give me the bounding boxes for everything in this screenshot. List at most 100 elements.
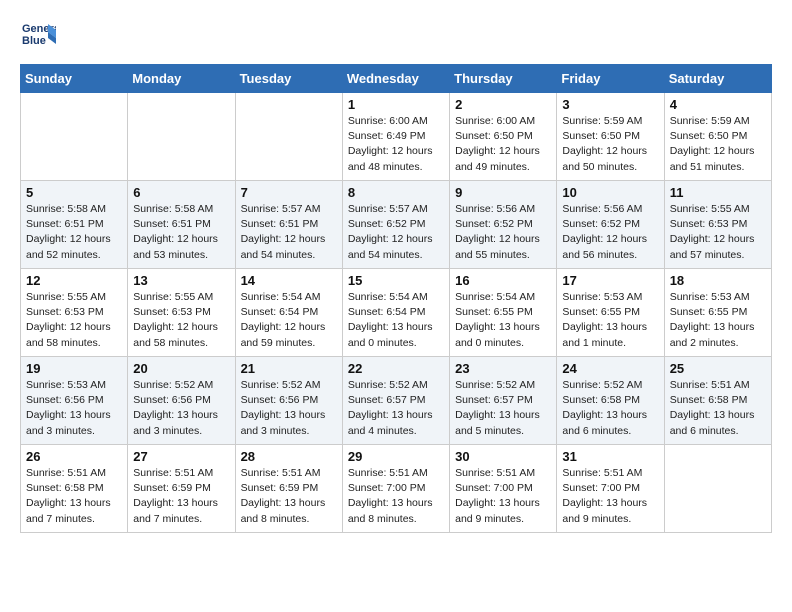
day-number: 18 bbox=[670, 273, 766, 288]
day-cell: 30Sunrise: 5:51 AM Sunset: 7:00 PM Dayli… bbox=[450, 445, 557, 533]
day-cell: 21 Sunrise: 5:52 AM Sunset: 6:56 PM Dayli… bbox=[235, 357, 342, 445]
day-info: Sunrise: 5:52 AM Sunset: 6:58 PM Dayligh… bbox=[562, 378, 658, 439]
day-number: 2 bbox=[455, 97, 551, 112]
header-row: SundayMondayTuesdayWednesdayThursdayFrid… bbox=[21, 65, 772, 93]
day-cell: 15 Sunrise: 5:54 AM Sunset: 6:54 PM Dayli… bbox=[342, 269, 449, 357]
day-number: 17 bbox=[562, 273, 658, 288]
header-cell-thursday: Thursday bbox=[450, 65, 557, 93]
day-cell: 26Sunrise: 5:51 AM Sunset: 6:58 PM Dayli… bbox=[21, 445, 128, 533]
day-cell: 3 Sunrise: 5:59 AM Sunset: 6:50 PM Daylig… bbox=[557, 93, 664, 181]
day-number: 21 bbox=[241, 361, 337, 376]
day-info: Sunrise: 5:57 AM Sunset: 6:52 PM Dayligh… bbox=[348, 202, 444, 263]
day-info: Sunrise: 5:58 AM Sunset: 6:51 PM Dayligh… bbox=[26, 202, 122, 263]
header-cell-friday: Friday bbox=[557, 65, 664, 93]
day-cell: 5 Sunrise: 5:58 AM Sunset: 6:51 PM Daylig… bbox=[21, 181, 128, 269]
header-cell-saturday: Saturday bbox=[664, 65, 771, 93]
day-number: 10 bbox=[562, 185, 658, 200]
day-cell: 17 Sunrise: 5:53 AM Sunset: 6:55 PM Dayli… bbox=[557, 269, 664, 357]
week-row-1: 1 Sunrise: 6:00 AM Sunset: 6:49 PM Daylig… bbox=[21, 93, 772, 181]
day-number: 24 bbox=[562, 361, 658, 376]
day-info: Sunrise: 6:00 AM Sunset: 6:50 PM Dayligh… bbox=[455, 114, 551, 175]
day-cell: 4Sunrise: 5:59 AM Sunset: 6:50 PM Daylig… bbox=[664, 93, 771, 181]
day-cell: 29 Sunrise: 5:51 AM Sunset: 7:00 PM Dayli… bbox=[342, 445, 449, 533]
day-number: 9 bbox=[455, 185, 551, 200]
day-number: 28 bbox=[241, 449, 337, 464]
day-cell: 13 Sunrise: 5:55 AM Sunset: 6:53 PM Dayli… bbox=[128, 269, 235, 357]
day-number: 13 bbox=[133, 273, 229, 288]
header-cell-wednesday: Wednesday bbox=[342, 65, 449, 93]
day-cell: 31 Sunrise: 5:51 AM Sunset: 7:00 PM Dayli… bbox=[557, 445, 664, 533]
day-info: Sunrise: 5:51 AM Sunset: 6:58 PM Dayligh… bbox=[670, 378, 766, 439]
day-info: Sunrise: 5:52 AM Sunset: 6:57 PM Dayligh… bbox=[348, 378, 444, 439]
day-number: 22 bbox=[348, 361, 444, 376]
day-info: Sunrise: 5:55 AM Sunset: 6:53 PM Dayligh… bbox=[133, 290, 229, 351]
day-cell: 22 Sunrise: 5:52 AM Sunset: 6:57 PM Dayli… bbox=[342, 357, 449, 445]
day-cell: 27 Sunrise: 5:51 AM Sunset: 6:59 PM Dayli… bbox=[128, 445, 235, 533]
day-cell: 28 Sunrise: 5:51 AM Sunset: 6:59 PM Dayli… bbox=[235, 445, 342, 533]
day-number: 14 bbox=[241, 273, 337, 288]
day-info: Sunrise: 5:52 AM Sunset: 6:56 PM Dayligh… bbox=[133, 378, 229, 439]
day-cell: 12Sunrise: 5:55 AM Sunset: 6:53 PM Dayli… bbox=[21, 269, 128, 357]
day-cell: 2 Sunrise: 6:00 AM Sunset: 6:50 PM Daylig… bbox=[450, 93, 557, 181]
day-info: Sunrise: 5:51 AM Sunset: 6:59 PM Dayligh… bbox=[241, 466, 337, 527]
week-row-3: 12 Sunrise: 5:55 AM Sunset: 6:53 PM Dayli… bbox=[21, 269, 772, 357]
svg-text:Blue: Blue bbox=[22, 35, 46, 47]
day-number: 29 bbox=[348, 449, 444, 464]
day-cell: 6 Sunrise: 5:58 AM Sunset: 6:51 PM Daylig… bbox=[128, 181, 235, 269]
day-cell: 10 Sunrise: 5:56 AM Sunset: 6:52 PM Dayli… bbox=[557, 181, 664, 269]
calendar-header: SundayMondayTuesdayWednesdayThursdayFrid… bbox=[21, 65, 772, 93]
day-number: 12 bbox=[26, 273, 122, 288]
day-number: 8 bbox=[348, 185, 444, 200]
day-number: 15 bbox=[348, 273, 444, 288]
day-info: Sunrise: 5:51 AM Sunset: 6:58 PM Dayligh… bbox=[26, 466, 122, 527]
day-cell: 23 Sunrise: 5:52 AM Sunset: 6:57 PM Dayli… bbox=[450, 357, 557, 445]
day-cell: 9 Sunrise: 5:56 AM Sunset: 6:52 PM Daylig… bbox=[450, 181, 557, 269]
day-info: Sunrise: 5:54 AM Sunset: 6:55 PM Dayligh… bbox=[455, 290, 551, 351]
header-cell-sunday: Sunday bbox=[21, 65, 128, 93]
day-info: Sunrise: 5:52 AM Sunset: 6:57 PM Dayligh… bbox=[455, 378, 551, 439]
logo-icon: General Blue bbox=[20, 16, 56, 52]
day-number: 7 bbox=[241, 185, 337, 200]
calendar-page: General Blue SundayMondayTuesdayWednesda… bbox=[0, 0, 792, 549]
week-row-5: 26Sunrise: 5:51 AM Sunset: 6:58 PM Dayli… bbox=[21, 445, 772, 533]
day-cell: 25 Sunrise: 5:51 AM Sunset: 6:58 PM Dayli… bbox=[664, 357, 771, 445]
day-number: 3 bbox=[562, 97, 658, 112]
day-info: Sunrise: 5:54 AM Sunset: 6:54 PM Dayligh… bbox=[348, 290, 444, 351]
day-number: 25 bbox=[670, 361, 766, 376]
day-number: 11 bbox=[670, 185, 766, 200]
day-info: Sunrise: 5:56 AM Sunset: 6:52 PM Dayligh… bbox=[562, 202, 658, 263]
header-cell-monday: Monday bbox=[128, 65, 235, 93]
day-info: Sunrise: 5:51 AM Sunset: 7:00 PM Dayligh… bbox=[455, 466, 551, 527]
day-info: Sunrise: 5:52 AM Sunset: 6:56 PM Dayligh… bbox=[241, 378, 337, 439]
header: General Blue bbox=[20, 16, 772, 52]
day-info: Sunrise: 5:51 AM Sunset: 6:59 PM Dayligh… bbox=[133, 466, 229, 527]
day-cell: 24 Sunrise: 5:52 AM Sunset: 6:58 PM Dayli… bbox=[557, 357, 664, 445]
day-cell: 20 Sunrise: 5:52 AM Sunset: 6:56 PM Dayli… bbox=[128, 357, 235, 445]
day-info: Sunrise: 6:00 AM Sunset: 6:49 PM Dayligh… bbox=[348, 114, 444, 175]
day-info: Sunrise: 5:53 AM Sunset: 6:55 PM Dayligh… bbox=[562, 290, 658, 351]
day-number: 27 bbox=[133, 449, 229, 464]
day-number: 1 bbox=[348, 97, 444, 112]
calendar-body: 1 Sunrise: 6:00 AM Sunset: 6:49 PM Daylig… bbox=[21, 93, 772, 533]
day-info: Sunrise: 5:51 AM Sunset: 7:00 PM Dayligh… bbox=[562, 466, 658, 527]
calendar-table: SundayMondayTuesdayWednesdayThursdayFrid… bbox=[20, 64, 772, 533]
day-info: Sunrise: 5:59 AM Sunset: 6:50 PM Dayligh… bbox=[670, 114, 766, 175]
day-info: Sunrise: 5:56 AM Sunset: 6:52 PM Dayligh… bbox=[455, 202, 551, 263]
day-info: Sunrise: 5:59 AM Sunset: 6:50 PM Dayligh… bbox=[562, 114, 658, 175]
day-number: 6 bbox=[133, 185, 229, 200]
day-number: 31 bbox=[562, 449, 658, 464]
day-number: 20 bbox=[133, 361, 229, 376]
header-cell-tuesday: Tuesday bbox=[235, 65, 342, 93]
week-row-4: 19Sunrise: 5:53 AM Sunset: 6:56 PM Dayli… bbox=[21, 357, 772, 445]
day-info: Sunrise: 5:58 AM Sunset: 6:51 PM Dayligh… bbox=[133, 202, 229, 263]
day-number: 23 bbox=[455, 361, 551, 376]
day-info: Sunrise: 5:54 AM Sunset: 6:54 PM Dayligh… bbox=[241, 290, 337, 351]
day-cell bbox=[235, 93, 342, 181]
day-info: Sunrise: 5:51 AM Sunset: 7:00 PM Dayligh… bbox=[348, 466, 444, 527]
logo: General Blue bbox=[20, 16, 60, 52]
day-cell: 1 Sunrise: 6:00 AM Sunset: 6:49 PM Daylig… bbox=[342, 93, 449, 181]
day-number: 5 bbox=[26, 185, 122, 200]
day-cell bbox=[128, 93, 235, 181]
day-number: 19 bbox=[26, 361, 122, 376]
day-cell: 11Sunrise: 5:55 AM Sunset: 6:53 PM Dayli… bbox=[664, 181, 771, 269]
